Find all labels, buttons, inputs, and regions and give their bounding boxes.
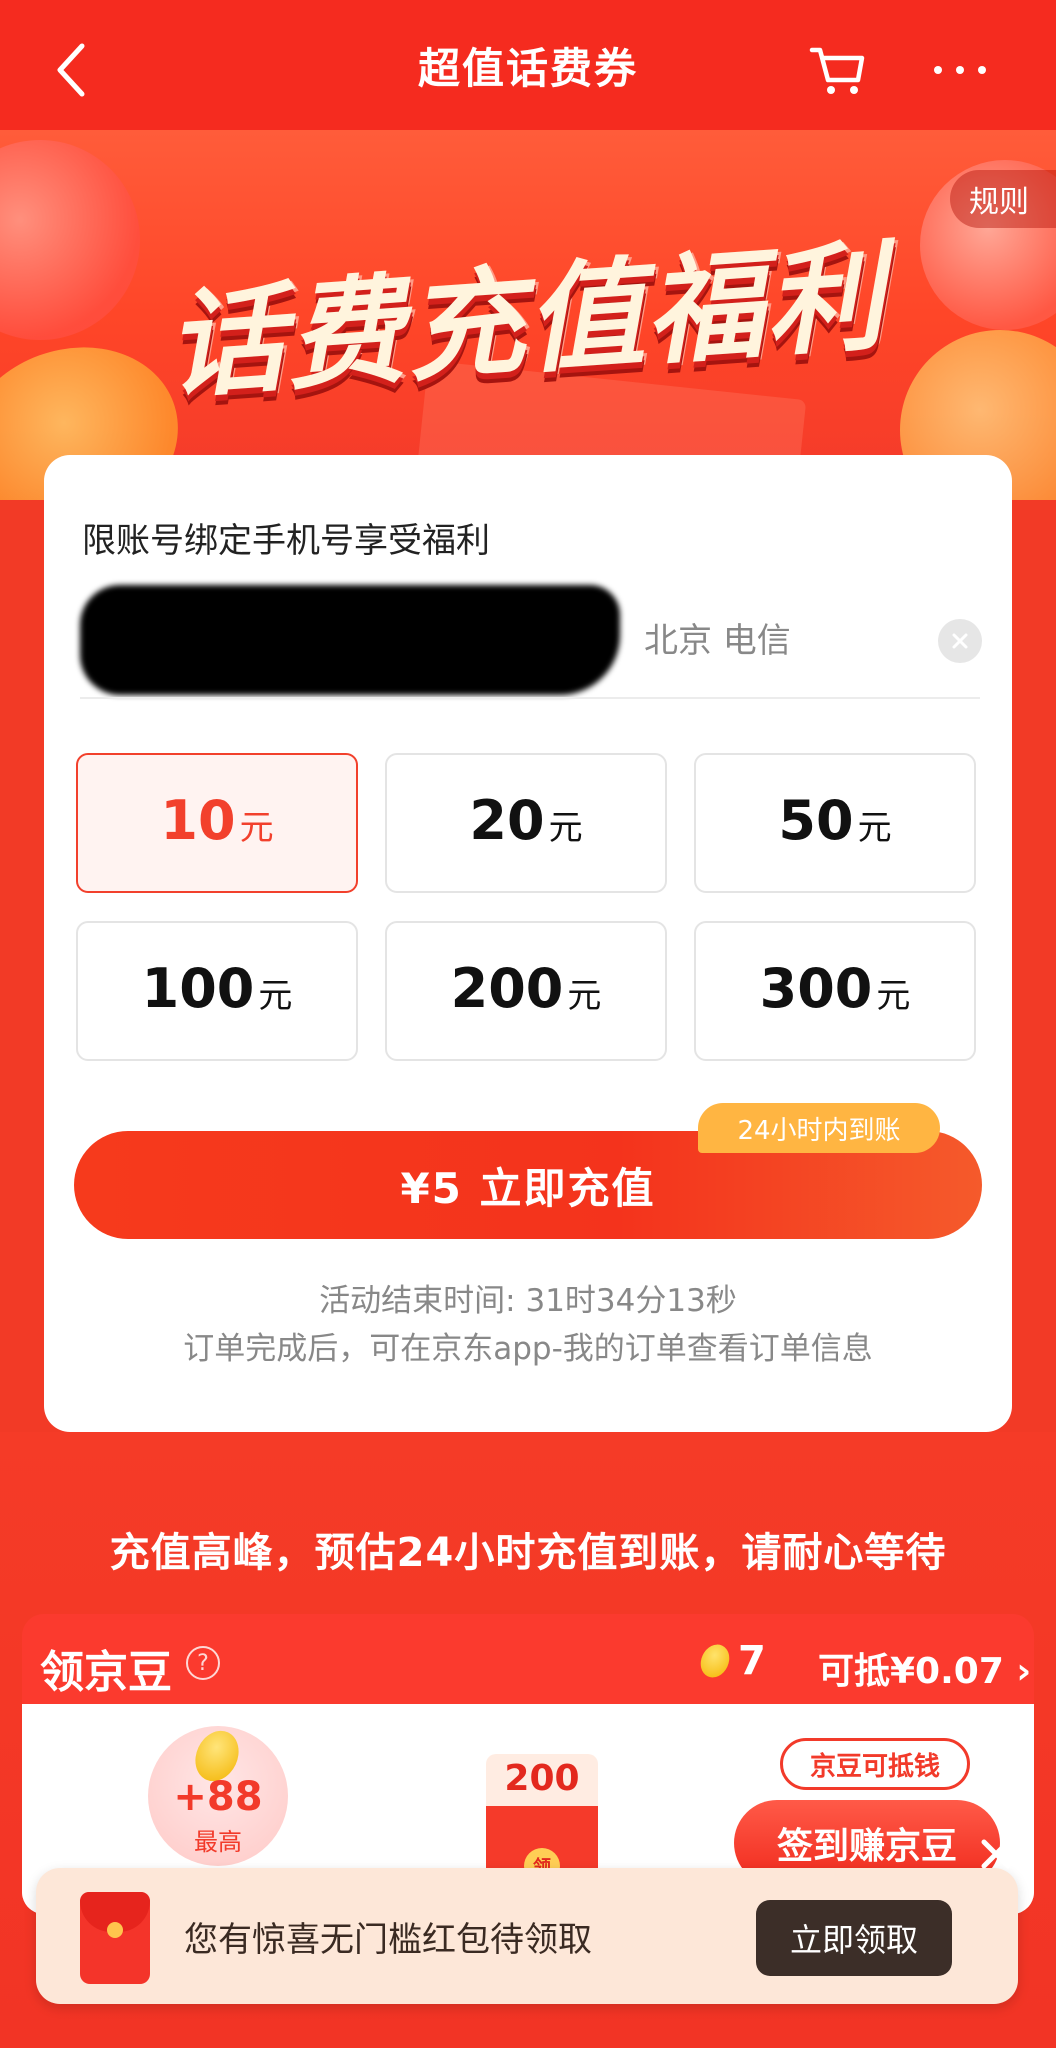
rules-button[interactable]: 规则	[950, 170, 1056, 228]
hero-banner: 话费充值福利 规则	[0, 130, 1056, 500]
signin-tag: 京豆可抵钱	[780, 1738, 970, 1790]
bonus-caption: 最高	[194, 1828, 242, 1856]
packet-seal	[107, 1922, 123, 1938]
red-packet-message: 您有惊喜无门槛红包待领取	[184, 1920, 592, 1960]
arrival-badge: 24小时内到账	[698, 1103, 940, 1153]
amount-option[interactable]: 50 元	[694, 753, 976, 893]
amount-option[interactable]: 10 元	[76, 753, 358, 893]
amount-option[interactable]: 20 元	[385, 753, 667, 893]
coupon-value: 200	[504, 1758, 580, 1799]
banner-title: 话费充值福利	[161, 226, 890, 415]
deduct-link[interactable]: 可抵¥0.07 ›	[818, 1642, 1031, 1694]
close-icon[interactable]	[976, 1834, 1016, 1874]
amount-option[interactable]: 200 元	[385, 921, 667, 1061]
recharge-card: 限账号绑定手机号享受福利 17 北京 电信 10元 20元 50元 100元 2…	[44, 455, 1012, 1432]
amount-unit: 元	[548, 808, 583, 848]
amount-unit: 元	[239, 808, 274, 848]
bean-balance: 7	[695, 1638, 766, 1684]
peak-notice: 充值高峰，预估24小时充值到账，请耐心等待	[109, 1530, 947, 1576]
carrier-label: 北京 电信	[644, 621, 791, 661]
clear-icon[interactable]	[938, 619, 982, 663]
amount-value: 20	[469, 789, 545, 852]
amount-option[interactable]: 300 元	[694, 921, 976, 1061]
bean-bonus-badge[interactable]: +88 最高	[148, 1723, 288, 1866]
amount-value: 200	[450, 957, 564, 1020]
amount-unit: 元	[857, 808, 892, 848]
amount-unit: 元	[567, 976, 602, 1016]
cart-icon[interactable]	[808, 40, 868, 100]
divider	[80, 697, 980, 699]
bean-icon	[695, 1639, 735, 1683]
amount-value: 300	[759, 957, 873, 1020]
redaction-mask	[80, 585, 620, 695]
amount-option[interactable]: 100 元	[76, 921, 358, 1061]
decor-balloon	[0, 140, 140, 340]
amount-unit: 元	[876, 976, 911, 1016]
back-icon[interactable]	[50, 40, 100, 100]
amount-value: 50	[778, 789, 854, 852]
order-note: 订单完成后，可在京东app-我的订单查看订单信息	[183, 1331, 873, 1367]
amount-value: 10	[160, 789, 236, 852]
coupon-card[interactable]: 200 领	[486, 1754, 598, 1884]
amount-value: 100	[141, 957, 255, 1020]
binding-hint: 限账号绑定手机号享受福利	[82, 521, 490, 561]
beans-title: 领京豆	[40, 1647, 172, 1698]
claim-button[interactable]: 立即领取	[756, 1900, 952, 1976]
amount-unit: 元	[258, 976, 293, 1016]
bonus-value: +88	[173, 1774, 263, 1820]
help-icon[interactable]: ?	[186, 1646, 220, 1680]
more-icon[interactable]	[930, 52, 990, 88]
red-packet-icon	[80, 1892, 150, 1984]
phone-input[interactable]: 17	[80, 575, 660, 695]
page-title: 超值话费券	[417, 43, 638, 93]
red-packet-banner[interactable]: 您有惊喜无门槛红包待领取 立即领取	[36, 1839, 1018, 2004]
nav-bar: 超值话费券	[0, 0, 1056, 130]
amount-grid: 10 元 20 元 50 元 100 元 200 元 300 元	[76, 753, 980, 1063]
bean-count: 7	[738, 1638, 766, 1684]
end-time: 活动结束时间: 31时34分13秒	[319, 1283, 737, 1319]
